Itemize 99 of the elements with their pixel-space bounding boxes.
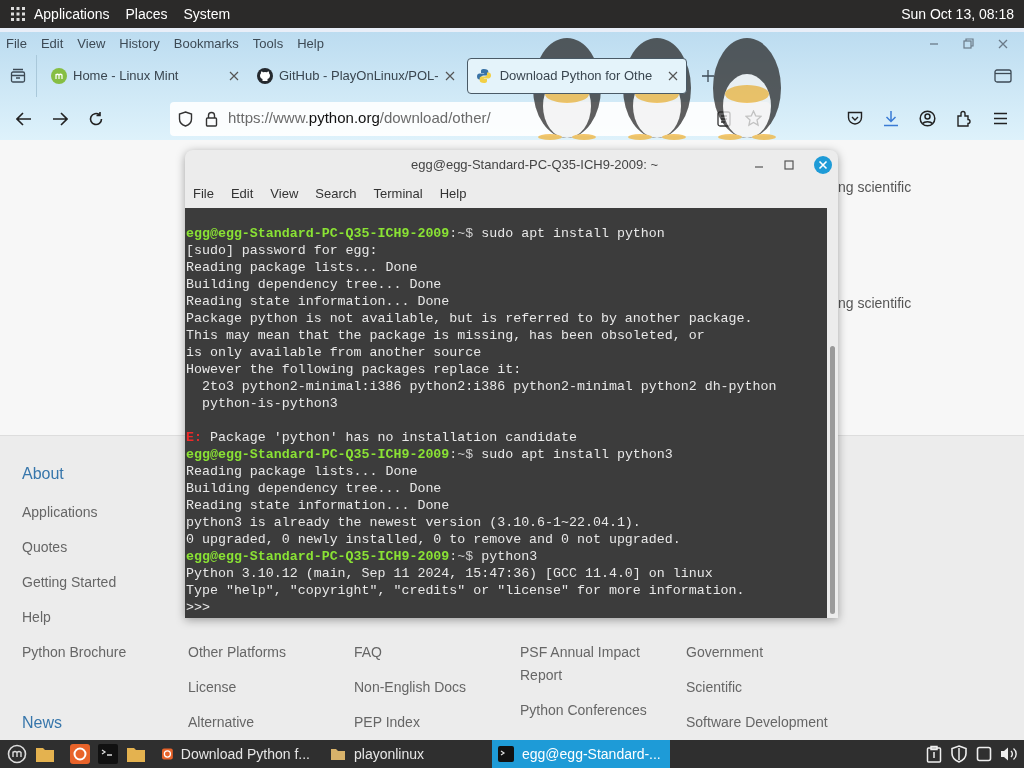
taskbar-button[interactable]: Download Python f...: [156, 740, 316, 768]
footer-heading[interactable]: About: [22, 456, 188, 495]
lock-icon[interactable]: [205, 110, 218, 127]
footer-link[interactable]: PEP Index: [354, 705, 520, 740]
maximize-icon[interactable]: [784, 160, 794, 170]
folder-icon[interactable]: [126, 745, 146, 763]
terminal-line: egg@egg-Standard-PC-Q35-ICH9-2009:~$ sudo apt install python: [186, 225, 666, 242]
menu-item[interactable]: File: [6, 33, 27, 54]
menu-item[interactable]: Help: [297, 33, 324, 54]
firefox-icon: [162, 746, 173, 762]
terminal-line: is only available from another source: [186, 344, 483, 361]
footer-link[interactable]: Python Conferences: [520, 693, 686, 728]
panel-menu[interactable]: System: [183, 3, 231, 25]
app-grid-icon[interactable]: [10, 6, 26, 22]
close-icon[interactable]: [229, 71, 239, 81]
url-text: https://www.python.org/download/other/: [228, 108, 491, 129]
forward-icon[interactable]: [52, 111, 68, 126]
terminal-line: Package python is not available, but is referred to by another package.: [186, 310, 754, 327]
footer-link[interactable]: Python Brochure: [22, 635, 188, 670]
shield-icon[interactable]: [178, 110, 193, 127]
menu-item[interactable]: File: [193, 184, 214, 204]
window-title: egg@egg-Standard-PC-Q35-ICH9-2009: ~: [411, 156, 658, 175]
terminal-line: >>>: [186, 599, 211, 616]
restore-icon[interactable]: [963, 38, 974, 49]
menu-item[interactable]: Terminal: [373, 184, 423, 204]
menu-item[interactable]: View: [77, 33, 106, 54]
extensions-icon[interactable]: [956, 110, 973, 127]
terminal-line: This may mean that the package is missing, has been obsoleted, or: [186, 327, 706, 344]
body-text: ng scientific: [838, 294, 912, 313]
menu-item[interactable]: Edit: [230, 184, 254, 204]
firefox-icon[interactable]: [70, 744, 90, 764]
terminal-line: Reading state information... Done: [186, 497, 451, 514]
browser-tab[interactable]: Download Python for Othe: [466, 58, 687, 94]
folder-icon[interactable]: [35, 745, 55, 763]
menu-item[interactable]: Tools: [252, 33, 284, 54]
menu-item[interactable]: Bookmarks: [173, 33, 239, 54]
close-icon[interactable]: [444, 71, 455, 81]
terminal-line: Building dependency tree... Done: [186, 480, 443, 497]
menu-item[interactable]: History: [119, 33, 160, 54]
terminal-line: 0 upgraded, 0 newly installed, 0 to remove and 0 not upgraded.: [186, 531, 682, 548]
terminal-line: Reading package lists... Done: [186, 463, 419, 480]
pocket-icon[interactable]: [847, 111, 863, 126]
footer-link[interactable]: Getting Started: [22, 565, 188, 600]
terminal-line: Python 3.10.12 (main, Sep 11 2024, 15:47:36) [GCC 11.4.0] on linux: [186, 565, 714, 582]
terminal-line: 2to3 python2-minimal:i386 python2:i386 python2-minimal python2 dh-python: [200, 378, 778, 395]
terminal-line: python3 is already the newest version (3.10.6-1~22.04.1).: [186, 514, 642, 531]
terminal-icon: [498, 746, 514, 762]
terminal-line: Building dependency tree... Done: [186, 276, 443, 293]
terminal-line: python-is-python3: [200, 395, 339, 412]
scrollbar-thumb[interactable]: [830, 346, 835, 614]
terminal-line: Reading state information... Done: [186, 293, 451, 310]
panel-menu[interactable]: Places: [125, 3, 168, 25]
back-icon[interactable]: [16, 111, 32, 126]
footer-link[interactable]: Scientific: [686, 670, 852, 705]
footer-link[interactable]: Other Platforms: [188, 635, 354, 670]
terminal-line: egg@egg-Standard-PC-Q35-ICH9-2009:~$ python3: [186, 548, 539, 565]
body-text: ng scientific: [838, 178, 912, 197]
panel-menu[interactable]: Applications: [34, 3, 110, 25]
footer-link[interactable]: License: [188, 670, 354, 705]
terminal-line: egg@egg-Standard-PC-Q35-ICH9-2009:~$ sudo apt install python3: [186, 446, 674, 463]
terminal-line: E: Package 'python' has no installation candidate: [186, 429, 578, 446]
download-icon[interactable]: [883, 110, 899, 127]
browser-tab[interactable]: GitHub - PlayOnLinux/POL-: [251, 58, 461, 94]
terminal-line: [sudo] password for egg:: [186, 242, 379, 259]
menu-item[interactable]: Search: [315, 184, 357, 204]
menu-item[interactable]: View: [270, 184, 299, 204]
footer-link[interactable]: Alternative: [188, 705, 354, 740]
cat-logo-icon: [257, 68, 273, 84]
new-tab-icon[interactable]: [700, 69, 715, 83]
footer-heading[interactable]: News: [22, 705, 188, 740]
menu-item[interactable]: Help: [439, 184, 467, 204]
taskbar-button[interactable]: playonlinux: [324, 740, 484, 768]
close-icon[interactable]: [814, 156, 832, 174]
footer-link[interactable]: PSF Annual Impact Report: [520, 635, 686, 693]
browser-tab[interactable]: Home - Linux Mint: [45, 58, 245, 94]
footer-link[interactable]: Software Development: [686, 705, 852, 740]
menu-logo-icon[interactable]: [7, 744, 27, 764]
terminal-line: Type "help", "copyright", "credits" or "license" for more information.: [186, 582, 746, 599]
footer-link[interactable]: Government: [686, 635, 852, 670]
clock[interactable]: Sun Oct 13, 08:18: [901, 3, 1014, 25]
speaker-icon[interactable]: [1000, 746, 1018, 762]
menu-icon[interactable]: [993, 112, 1008, 125]
terminal-line: However the following packages replace it:: [186, 361, 523, 378]
clipboard-icon[interactable]: [926, 745, 942, 763]
footer-link[interactable]: Applications: [22, 495, 188, 530]
account-icon[interactable]: [919, 110, 936, 127]
menu-item[interactable]: Edit: [40, 33, 64, 54]
leaf-logo-icon: [51, 68, 67, 84]
close-icon[interactable]: [998, 38, 1008, 49]
tab-list-icon[interactable]: [10, 68, 26, 84]
close-icon[interactable]: [667, 71, 678, 81]
footer-link[interactable]: Non-English Docs: [354, 670, 520, 705]
reload-icon[interactable]: [88, 110, 104, 127]
snake-logo-icon: [475, 68, 492, 84]
folder-icon: [330, 747, 346, 761]
footer-link[interactable]: FAQ: [354, 635, 520, 670]
window-icon[interactable]: [994, 69, 1012, 83]
terminal-line: Reading package lists... Done: [186, 259, 419, 276]
terminal-icon[interactable]: [98, 744, 118, 764]
